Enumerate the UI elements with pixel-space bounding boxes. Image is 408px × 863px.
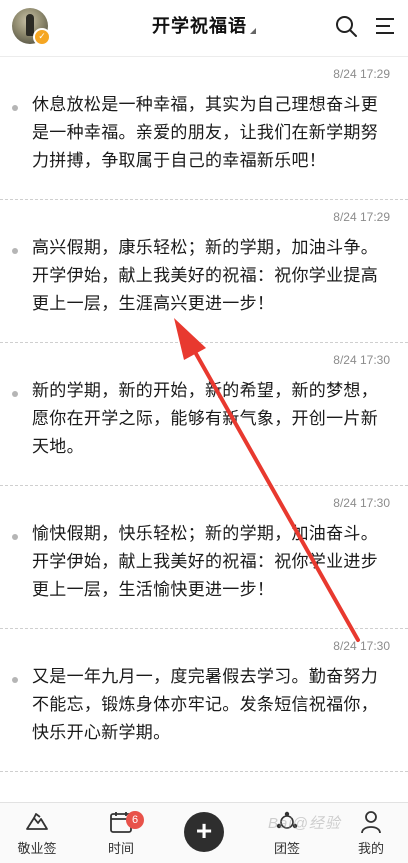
bullet-icon [12, 677, 18, 683]
watermark: Bai@经验 [268, 815, 341, 832]
search-icon[interactable] [334, 14, 358, 38]
entry-text: 又是一年九月一，度完暑假去学习。勤奋努力不能忘，锻炼身体亦牢记。发条短信祝福你，… [32, 667, 378, 743]
bullet-icon [12, 248, 18, 254]
mountain-icon [26, 813, 48, 830]
nav-label: 时间 [107, 842, 134, 857]
entry-timestamp: 8/24 17:30 [333, 353, 390, 367]
nav-label: 敬业签 [17, 842, 57, 857]
entry-text: 休息放松是一种幸福，其实为自己理想奋斗更是一种幸福。亲爱的朋友，让我们在新学期努… [32, 95, 378, 171]
page-title: 开学祝福语 [152, 16, 247, 37]
entry-text: 高兴假期，康乐轻松；新的学期，加油斗争。开学伊始，献上我美好的祝福：祝你学业提高… [32, 238, 378, 314]
entry-text: 愉快假期，快乐轻松；新的学期，加油奋斗。开学伊始，献上我美好的祝福：祝你学业进步… [32, 524, 378, 600]
list-item[interactable]: 8/24 17:29 高兴假期，康乐轻松；新的学期，加油斗争。开学伊始，献上我美… [0, 200, 408, 343]
bullet-icon [12, 534, 18, 540]
list-item[interactable]: 8/24 17:29 休息放松是一种幸福，其实为自己理想奋斗更是一种幸福。亲爱的… [0, 57, 408, 200]
nav-label: 我的 [357, 842, 384, 857]
entry-timestamp: 8/24 17:30 [333, 496, 390, 510]
entry-timestamp: 8/24 17:29 [333, 210, 390, 224]
dropdown-caret-icon [250, 28, 256, 34]
top-bar: ✓ 开学祝福语 [0, 0, 408, 57]
nav-item-time[interactable]: 6 时间 [86, 809, 156, 861]
add-note-button[interactable]: + [184, 812, 224, 852]
note-list[interactable]: 8/24 17:29 休息放松是一种幸福，其实为自己理想奋斗更是一种幸福。亲爱的… [0, 57, 408, 802]
entry-timestamp: 8/24 17:29 [333, 67, 390, 81]
notification-badge: 6 [126, 811, 144, 829]
bullet-icon [12, 391, 18, 397]
nav-label: 团签 [273, 842, 300, 857]
menu-icon[interactable] [374, 15, 396, 37]
list-item[interactable]: 8/24 17:30 愉快假期，快乐轻松；新的学期，加油奋斗。开学伊始，献上我美… [0, 486, 408, 629]
list-item[interactable]: 8/24 17:30 又是一年九月一，度完暑假去学习。勤奋努力不能忘，锻炼身体亦… [0, 629, 408, 772]
bullet-icon [12, 105, 18, 111]
nav-item-jingyeqian[interactable]: 敬业签 [2, 809, 72, 861]
entry-timestamp: 8/24 17:30 [333, 639, 390, 653]
person-icon [361, 811, 381, 834]
list-item[interactable]: 8/24 17:30 新的学期，新的开始，新的希望，新的梦想，愿你在开学之际，能… [0, 343, 408, 486]
entry-text: 新的学期，新的开始，新的希望，新的梦想，愿你在开学之际，能够有新气象，开创一片新… [32, 381, 378, 457]
nav-item-mine[interactable]: 我的 [336, 809, 406, 861]
